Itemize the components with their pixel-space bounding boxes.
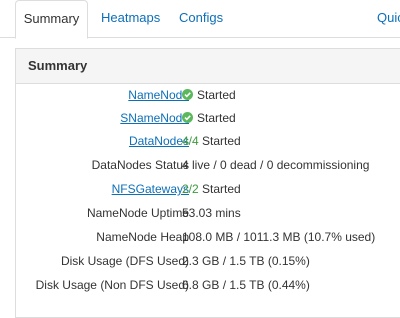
check-circle-icon [182,89,193,100]
nfsgateways-count: 2/2 [182,182,199,196]
summary-row-disk-non-dfs-used: Disk Usage (Non DFS Used) 6.8 GB / 1.5 T… [16,275,400,295]
summary-row-datanodes: DataNodes 4/4 Started [16,131,400,151]
disk-dfs-used-value: 2.3 GB / 1.5 TB (0.15%) [182,254,310,268]
tab-bar: Summary Heatmaps Configs Quic [0,0,400,39]
tab-configs[interactable]: Configs [179,0,223,38]
nfsgateways-link[interactable]: NFSGateways [112,182,189,196]
summary-row-snamenode: SNameNode Started [16,108,400,128]
summary-row-datanodes-status: DataNodes Status 4 live / 0 dead / 0 dec… [16,155,400,175]
namenode-heap-value: 108.0 MB / 1011.3 MB (10.7% used) [182,230,376,244]
namenode-uptime-label: NameNode Uptime [86,206,189,220]
panel-title: Summary [16,49,400,84]
namenode-uptime-value: 53.03 mins [182,206,241,220]
summary-row-namenode-heap: NameNode Heap 108.0 MB / 1011.3 MB (10.7… [16,227,400,247]
disk-non-dfs-used-value: 6.8 GB / 1.5 TB (0.44%) [182,278,310,292]
summary-row-namenode: NameNode Started [16,85,400,105]
summary-row-disk-dfs-used: Disk Usage (DFS Used) 2.3 GB / 1.5 TB (0… [16,251,400,271]
namenode-link[interactable]: NameNode [128,88,189,102]
datanodes-status: Started [202,134,241,148]
datanodes-link[interactable]: DataNodes [129,134,189,148]
namenode-status: Started [197,88,236,102]
nfsgateways-status: Started [202,182,241,196]
check-circle-icon [182,112,193,123]
datanodes-count: 4/4 [182,134,199,148]
summary-row-namenode-uptime: NameNode Uptime 53.03 mins [16,203,400,223]
tab-heatmaps[interactable]: Heatmaps [101,0,160,38]
snamenode-link[interactable]: SNameNode [120,111,189,125]
datanodes-status-value: 4 live / 0 dead / 0 decommissioning [182,158,370,172]
summary-panel: Summary NameNode Started SNameNode Start… [15,48,400,318]
disk-dfs-used-label: Disk Usage (DFS Used) [60,254,189,268]
summary-row-nfsgateways: NFSGateways 2/2 Started [16,179,400,199]
namenode-heap-label: NameNode Heap [96,230,189,244]
datanodes-status-label: DataNodes Status [91,158,189,172]
disk-non-dfs-used-label: Disk Usage (Non DFS Used) [35,278,189,292]
snamenode-status: Started [197,111,236,125]
tab-summary[interactable]: Summary [15,0,88,39]
tab-quick-links[interactable]: Quic [377,0,400,38]
